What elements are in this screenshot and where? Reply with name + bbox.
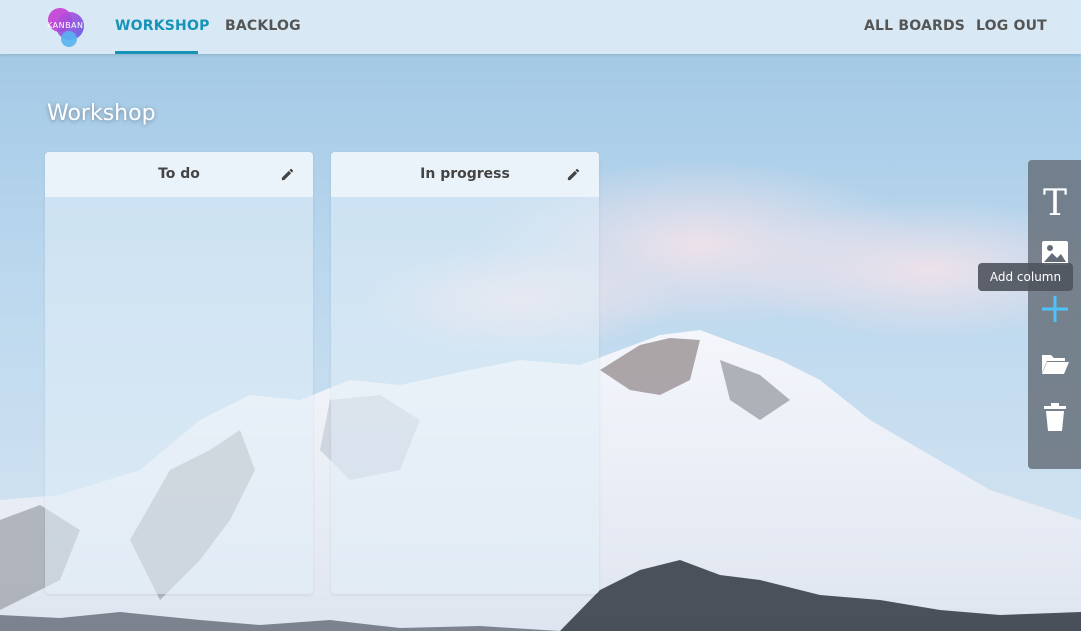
column-title: In progress xyxy=(420,166,510,182)
column-header: To do xyxy=(45,152,313,197)
column-header: In progress xyxy=(331,152,599,197)
open-board-button[interactable] xyxy=(1028,352,1081,396)
column-title: To do xyxy=(158,166,200,182)
active-tab-indicator xyxy=(115,51,198,54)
add-text-button[interactable]: T xyxy=(1028,184,1081,228)
side-toolbar: T xyxy=(1028,160,1081,469)
kanban-logo[interactable]: KANBAN xyxy=(44,4,90,50)
delete-board-button[interactable] xyxy=(1028,402,1081,446)
folder-open-icon xyxy=(1041,355,1069,374)
svg-text:T: T xyxy=(1042,184,1066,220)
column-to-do[interactable]: To do xyxy=(45,152,313,594)
add-column-tooltip: Add column xyxy=(978,263,1073,291)
add-column-button[interactable] xyxy=(1028,294,1081,338)
column-in-progress[interactable]: In progress xyxy=(331,152,599,594)
nav-link-workshop[interactable]: WORKSHOP xyxy=(115,18,210,34)
pencil-icon[interactable] xyxy=(566,167,581,182)
nav-link-all-boards[interactable]: ALL BOARDS xyxy=(864,18,965,34)
pencil-icon[interactable] xyxy=(280,167,295,182)
trash-icon xyxy=(1043,403,1066,431)
nav-link-log-out[interactable]: LOG OUT xyxy=(976,18,1047,34)
nav-link-backlog[interactable]: BACKLOG xyxy=(225,18,301,34)
plus-icon xyxy=(1041,296,1068,322)
board-title: Workshop xyxy=(47,101,156,126)
text-icon: T xyxy=(1042,184,1066,220)
logo-text: KANBAN xyxy=(47,21,84,30)
